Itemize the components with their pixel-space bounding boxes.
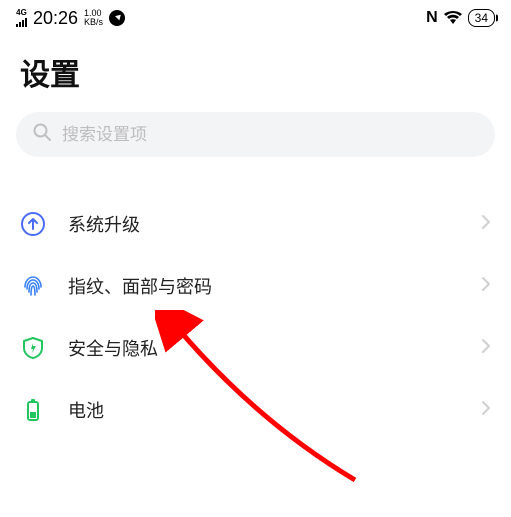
nfc-icon: N xyxy=(426,9,438,27)
shield-icon xyxy=(20,335,46,361)
search-icon xyxy=(32,122,52,147)
network-speed: 1.00 KB/s xyxy=(84,9,103,27)
chevron-right-icon xyxy=(481,400,491,421)
network-type: 4G xyxy=(16,9,27,17)
row-label: 安全与隐私 xyxy=(68,335,459,361)
page-title: 设置 xyxy=(0,32,511,104)
chevron-right-icon xyxy=(481,214,491,235)
upgrade-icon xyxy=(20,211,46,237)
fingerprint-icon xyxy=(20,273,46,299)
search-container xyxy=(0,104,511,175)
row-label: 系统升级 xyxy=(68,211,459,237)
chevron-right-icon xyxy=(481,338,491,359)
battery-icon xyxy=(20,397,46,423)
row-system-upgrade[interactable]: 系统升级 xyxy=(0,193,511,255)
row-fingerprint-face-password[interactable]: 指纹、面部与密码 xyxy=(0,255,511,317)
row-battery[interactable]: 电池 xyxy=(0,379,511,441)
speed-unit: KB/s xyxy=(84,18,103,27)
signal-indicator: 4G xyxy=(16,9,27,27)
row-label: 电池 xyxy=(68,397,459,423)
search-box[interactable] xyxy=(16,112,495,157)
signal-bars-icon xyxy=(16,17,27,27)
settings-list: 系统升级 指纹、面部与密码 安全与隐私 xyxy=(0,175,511,441)
row-label: 指纹、面部与密码 xyxy=(68,273,459,299)
status-left: 4G 20:26 1.00 KB/s xyxy=(16,8,125,29)
row-security-privacy[interactable]: 安全与隐私 xyxy=(0,317,511,379)
battery-indicator: 34 xyxy=(468,9,495,27)
compass-icon xyxy=(109,10,125,26)
search-input[interactable] xyxy=(62,125,479,145)
status-right: N 34 xyxy=(426,9,495,27)
status-bar: 4G 20:26 1.00 KB/s N 34 xyxy=(0,0,511,32)
clock-time: 20:26 xyxy=(33,8,78,29)
wifi-icon xyxy=(444,11,462,25)
chevron-right-icon xyxy=(481,276,491,297)
battery-percent: 34 xyxy=(475,11,488,25)
